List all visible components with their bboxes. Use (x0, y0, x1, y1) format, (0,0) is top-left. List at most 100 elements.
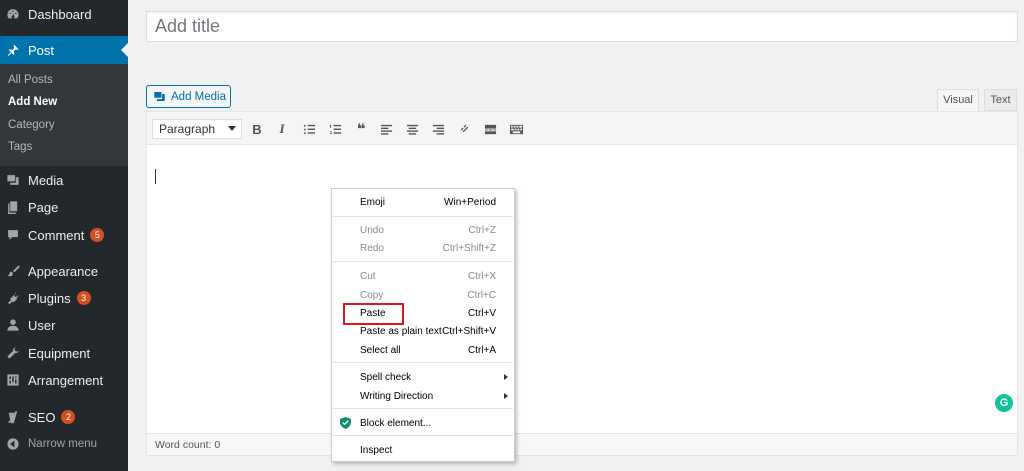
sidebar-item-appearance[interactable]: Appearance (0, 258, 128, 284)
sidebar-item-user[interactable]: User (0, 312, 128, 338)
sidebar-item-label: User (28, 317, 56, 333)
post-title-input[interactable] (147, 12, 1017, 41)
bullet-list-button[interactable] (300, 120, 318, 138)
menu-item-redo[interactable]: Redo Ctrl+Shift+Z (332, 239, 514, 257)
menu-item-label: Cut (360, 270, 376, 282)
sidebar-item-media[interactable]: Media (0, 167, 128, 193)
editor-toolbar: Paragraph B I ❝ (147, 112, 1017, 145)
menu-item-cut[interactable]: Cut Ctrl+X (332, 267, 514, 285)
editor-area: Paragraph B I ❝ G Word count: 0 (146, 111, 1018, 456)
read-more-button[interactable] (481, 120, 499, 138)
menu-item-shortcut: Ctrl+A (467, 344, 496, 356)
submenu-all-posts[interactable]: All Posts (8, 74, 53, 86)
media-icon (6, 173, 20, 187)
grammarly-icon[interactable]: G (995, 394, 1013, 412)
menu-item-shortcut: Ctrl+Shift+Z (442, 242, 496, 254)
menu-separator (333, 435, 513, 436)
align-left-icon (380, 124, 392, 135)
sidebar-item-label: SEO (28, 409, 56, 425)
align-left-button[interactable] (377, 120, 395, 138)
collapse-arrow-icon (6, 437, 20, 451)
sidebar-item-label: Comment (28, 227, 85, 243)
sidebar-item-label: Arrangement (28, 372, 104, 388)
word-count: Word count: 0 (147, 433, 1017, 455)
sidebar-item-label: Page (28, 199, 59, 215)
align-right-button[interactable] (429, 120, 447, 138)
tab-text[interactable]: Text (984, 89, 1017, 111)
paintbrush-icon (6, 264, 20, 278)
menu-separator (333, 408, 513, 409)
sidebar-item-label: Media (28, 172, 64, 188)
collapse-menu-button[interactable]: Narrow menu (0, 431, 128, 457)
submenu-arrow-icon (504, 374, 508, 380)
plugins-count-badge: 3 (76, 291, 91, 305)
blockquote-button[interactable]: ❝ (352, 120, 370, 138)
menu-item-label: Block element... (360, 417, 432, 429)
menu-item-copy[interactable]: Copy Ctrl+C (332, 286, 514, 304)
menu-separator (333, 216, 513, 217)
menu-item-inspect[interactable]: Inspect (332, 441, 514, 459)
menu-item-emoji[interactable]: Emoji Win+Period (332, 193, 514, 211)
media-icon (154, 91, 165, 102)
admin-sidebar: Dashboard Post All Posts Add New Categor… (0, 0, 128, 471)
align-right-icon (432, 124, 444, 135)
align-center-icon (406, 124, 418, 135)
menu-item-shortcut: Ctrl+X (467, 270, 496, 282)
menu-item-shortcut: Win+Period (444, 196, 496, 208)
sidebar-item-post[interactable]: Post (0, 36, 128, 64)
submenu-category[interactable]: Category (8, 119, 55, 131)
menu-item-undo[interactable]: Undo Ctrl+Z (332, 221, 514, 239)
sidebar-item-plugins[interactable]: Plugins 3 (0, 285, 128, 311)
add-media-button[interactable]: Add Media (146, 85, 231, 108)
seo-count-badge: 2 (61, 410, 76, 424)
menu-item-label: Emoji (360, 196, 386, 208)
sidebar-item-comment[interactable]: Comment 5 (0, 222, 128, 248)
align-center-button[interactable] (403, 120, 421, 138)
menu-item-label: Select all (360, 344, 401, 356)
tab-visual[interactable]: Visual (937, 89, 979, 111)
sidebar-item-equipment[interactable]: Equipment (0, 340, 128, 366)
sidebar-item-label: Dashboard (28, 6, 92, 22)
menu-separator (333, 261, 513, 262)
insert-link-button[interactable] (455, 120, 473, 138)
submenu-add-new[interactable]: Add New (8, 96, 57, 108)
post-title-box (146, 11, 1018, 42)
sidebar-item-label: Plugins (28, 290, 71, 306)
menu-item-select-all[interactable]: Select all Ctrl+A (332, 341, 514, 359)
menu-item-block-element[interactable]: Block element... (332, 414, 514, 432)
format-select[interactable]: Paragraph (152, 119, 242, 139)
menu-item-shortcut: Ctrl+Shift+V (442, 325, 496, 337)
menu-item-label: Redo (360, 242, 384, 254)
menu-item-shortcut: Ctrl+Z (468, 224, 497, 236)
menu-item-writing-direction[interactable]: Writing Direction (332, 387, 514, 405)
user-icon (6, 318, 20, 332)
italic-button[interactable]: I (273, 120, 291, 138)
italic-icon: I (279, 121, 285, 136)
sidebar-item-label: Post (28, 42, 55, 58)
adblock-shield-icon (340, 417, 351, 429)
bold-button[interactable]: B (248, 120, 266, 138)
comment-icon (6, 228, 20, 242)
text-cursor (155, 169, 156, 184)
submenu-tags[interactable]: Tags (8, 141, 32, 153)
sidebar-item-page[interactable]: Page (0, 194, 128, 220)
numbered-list-button[interactable] (326, 120, 344, 138)
menu-item-spell-check[interactable]: Spell check (332, 368, 514, 386)
sidebar-item-seo[interactable]: SEO 2 (0, 404, 128, 430)
page-icon (6, 200, 20, 214)
link-icon (460, 124, 468, 132)
numbered-list-icon (329, 124, 341, 134)
post-submenu: All Posts Add New Category Tags (0, 64, 128, 166)
menu-separator (333, 362, 513, 363)
sidebar-item-arrangement[interactable]: Arrangement (0, 367, 128, 393)
sidebar-item-label: Appearance (28, 263, 99, 279)
menu-item-label: Writing Direction (360, 390, 434, 402)
menu-item-label: Undo (360, 224, 384, 236)
toolbar-toggle-button[interactable] (507, 120, 525, 138)
read-more-icon (484, 124, 496, 134)
format-select-value: Paragraph (159, 122, 216, 136)
yoast-seo-icon (6, 410, 20, 424)
submenu-arrow-icon (504, 393, 508, 399)
bold-icon: B (252, 121, 262, 137)
sidebar-item-dashboard[interactable]: Dashboard (0, 1, 128, 27)
